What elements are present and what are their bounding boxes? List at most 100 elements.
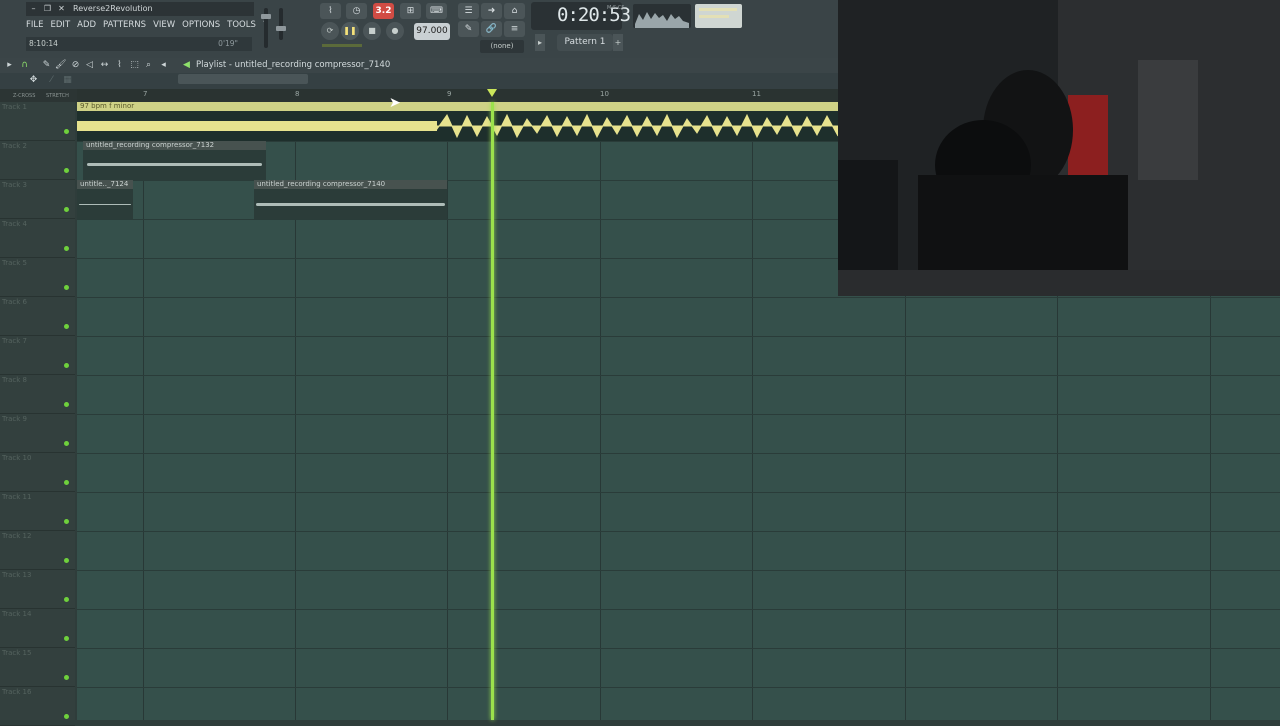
track-header[interactable]: Track 8 [0,375,75,414]
master-pitch-knob[interactable] [276,26,286,31]
tempo-display[interactable]: 97.000 [414,23,450,40]
track-header[interactable]: Track 9 [0,414,75,453]
stop-button[interactable]: ■ [363,22,381,40]
pattern-add-icon[interactable]: + [613,34,623,51]
snap-button[interactable]: 3.2 [373,3,394,19]
speaker-icon[interactable]: ◀ [181,60,192,71]
wait-input-button[interactable]: ◷ [346,3,367,19]
track-enable-dot[interactable] [64,129,69,134]
track-header[interactable]: Track 13 [0,570,75,609]
track-header[interactable]: Track 15 [0,648,75,687]
audio-clip-main[interactable]: 97 bpm f minor [77,102,838,141]
step-edit-button[interactable]: ⊞ [400,3,421,19]
track-name: Track 9 [2,415,27,423]
minimize-button[interactable]: – [28,3,39,14]
master-volume-knob[interactable] [261,14,271,19]
playlist-title: Playlist - untitled_recording compressor… [196,60,391,70]
row-line [77,609,1280,610]
track-header[interactable]: Track 1 [0,102,75,141]
track-enable-dot[interactable] [64,246,69,251]
track-enable-dot[interactable] [64,402,69,407]
clip-label: untitled_recording compressor_7140 [257,180,386,188]
track-enable-dot[interactable] [64,207,69,212]
track-header[interactable]: Track 4 [0,219,75,258]
track-enable-dot[interactable] [64,519,69,524]
loop-icon[interactable]: ⟳ [321,22,339,40]
draw-tool-icon[interactable]: ✎ [41,60,52,71]
slice-tool-icon[interactable]: ⌇ [114,60,125,71]
track-header[interactable]: Track 3 [0,180,75,219]
menu-add[interactable]: ADD [77,17,96,33]
track-enable-dot[interactable] [64,441,69,446]
arrow-right-icon[interactable]: ▸ [4,60,15,71]
track-name: Track 6 [2,298,27,306]
playback-tool-icon[interactable]: ◂ [158,60,169,71]
track-header[interactable]: Track 7 [0,336,75,375]
track-header[interactable]: Track 2 [0,141,75,180]
playlist-icon[interactable]: ☰ [458,3,479,19]
track-enable-dot[interactable] [64,714,69,719]
stretch-label[interactable]: STRETCH [46,93,69,99]
menu-tools[interactable]: TOOLS [227,17,256,33]
arrangement-select[interactable]: (none) [480,40,524,53]
hint-length: 0'19" [218,39,238,48]
playhead[interactable] [491,102,494,720]
pause-button[interactable]: ❚❚ [341,22,359,40]
track-name: Track 1 [2,103,27,111]
move-icon[interactable]: ✥ [28,75,39,86]
delete-tool-icon[interactable]: ⊘ [70,60,81,71]
menu-file[interactable]: FILE [26,17,44,33]
restore-button[interactable]: ❐ [42,3,53,14]
playhead-marker[interactable] [487,89,497,97]
menu-view[interactable]: VIEW [153,17,175,33]
horizontal-scrollbar[interactable] [178,74,308,84]
track-header[interactable]: Track 11 [0,492,75,531]
track-enable-dot[interactable] [64,675,69,680]
main-volume-bar[interactable] [322,44,362,47]
track-enable-dot[interactable] [64,558,69,563]
track-enable-dot[interactable] [64,636,69,641]
zcross-label[interactable]: Z-CROSS [13,93,35,99]
track-enable-dot[interactable] [64,285,69,290]
select-tool-icon[interactable]: ⬚ [129,60,140,71]
track-header[interactable]: Track 14 [0,609,75,648]
master-pitch-slider[interactable] [279,8,283,40]
browser-icon[interactable]: ⌂ [504,3,525,19]
track-header[interactable]: Track 16 [0,687,75,726]
mute-tool-icon[interactable]: ◁ [84,60,95,71]
typing-keyboard-button[interactable]: ⌨ [426,3,447,19]
zoom-tool-icon[interactable]: ⌕ [143,60,154,71]
track-header[interactable]: Track 5 [0,258,75,297]
audio-clip-7124[interactable]: untitle.._7124 [77,180,133,219]
link-icon[interactable]: 🔗 [481,21,502,37]
audio-clip-7140[interactable]: untitled_recording compressor_7140 [254,180,447,219]
menu-patterns[interactable]: PATTERNS [103,17,146,33]
track-enable-dot[interactable] [64,363,69,368]
playlist-header: ▸ ∩ ✎ 🖌 ⊘ ◁ ↔ ⌇ ⬚ ⌕ ◂ ◀ Playlist - untit… [0,58,838,73]
timeline-ruler[interactable]: 7 8 9 10 11 [77,89,838,102]
close-button[interactable]: ✕ [56,3,67,14]
clip-header[interactable] [77,102,838,111]
record-button[interactable]: ● [386,22,404,40]
pattern-prev-icon[interactable]: ▸ [535,34,545,51]
track-enable-dot[interactable] [64,168,69,173]
mixer-icon[interactable]: ≡ [504,21,525,37]
pencil-icon[interactable]: ✎ [458,21,479,37]
magnet-icon[interactable]: ∩ [19,60,30,71]
audio-clip-7132[interactable]: untitled_recording compressor_7132 [83,141,266,180]
track-enable-dot[interactable] [64,480,69,485]
track-header[interactable]: Track 10 [0,453,75,492]
track-enable-dot[interactable] [64,324,69,329]
menu-edit[interactable]: EDIT [51,17,71,33]
track-enable-dot[interactable] [64,597,69,602]
track-header[interactable]: Track 12 [0,531,75,570]
zcross-stretch-bar: Z-CROSS STRETCH [0,89,77,102]
metronome-button[interactable]: ⌇ [320,3,341,19]
pattern-selector[interactable]: Pattern 1 [557,34,613,51]
slip-tool-icon[interactable]: ↔ [99,60,110,71]
next-icon[interactable]: ➜ [481,3,502,19]
paint-tool-icon[interactable]: 🖌 [55,60,66,71]
bar-10: 10 [600,90,609,98]
menu-options[interactable]: OPTIONS [182,17,220,33]
track-header[interactable]: Track 6 [0,297,75,336]
